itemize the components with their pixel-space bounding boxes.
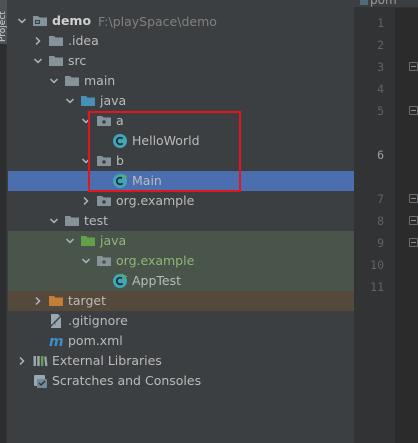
tree-row-pom[interactable]: m pom.xml [8, 331, 354, 351]
tree-row-src[interactable]: src [8, 51, 354, 71]
package-icon [96, 113, 112, 129]
editor-text-area[interactable] [395, 8, 418, 443]
test-source-folder-icon [80, 233, 96, 249]
chevron-down-icon[interactable] [80, 151, 92, 171]
source-folder-icon [80, 93, 96, 109]
tool-window-stripe: Project [0, 0, 8, 443]
tree-row-test[interactable]: test [8, 211, 354, 231]
tree-row-gitignore[interactable]: .gitignore [8, 311, 354, 331]
tree-row-package-a[interactable]: a [8, 111, 354, 131]
java-class-icon [112, 133, 128, 149]
fold-marker-icon[interactable] [409, 216, 418, 225]
tree-row-label: pom.xml [68, 333, 123, 348]
fold-marker-icon[interactable] [409, 62, 418, 71]
chevron-down-icon[interactable] [48, 211, 60, 231]
chevron-down-icon[interactable] [80, 251, 92, 271]
line-number: 7 [377, 192, 384, 206]
tree-row-label: AppTest [132, 273, 182, 288]
editor-tab[interactable]: pom [354, 0, 418, 8]
tree-row-java-main[interactable]: java [8, 91, 354, 111]
tree-row-label: Scratches and Consoles [52, 373, 202, 388]
chevron-right-icon[interactable] [32, 291, 44, 311]
module-folder-icon [32, 13, 48, 29]
package-icon [96, 153, 112, 169]
ignore-file-icon [48, 313, 64, 329]
project-header [8, 0, 354, 8]
scratches-icon [32, 373, 48, 389]
line-number: 11 [370, 280, 384, 294]
line-number: 3 [377, 60, 384, 74]
project-tree[interactable]: demo F:\playSpace\demo .idea src main ja… [8, 0, 354, 443]
tree-row-label: Main [132, 173, 162, 188]
chevron-down-icon[interactable] [16, 11, 28, 31]
project-tool-tab[interactable]: Project [0, 0, 8, 44]
chevron-down-icon[interactable] [64, 231, 76, 251]
tree-row-org-example-test[interactable]: org.example [8, 251, 354, 271]
runnable-class-icon [112, 173, 128, 189]
line-number: 9 [377, 236, 384, 250]
tree-row-label: .idea [68, 33, 99, 48]
chevron-down-icon[interactable] [64, 91, 76, 111]
tree-row-label: main [84, 73, 116, 88]
excluded-folder-icon [48, 293, 64, 309]
library-icon [32, 353, 48, 369]
xml-file-icon [360, 0, 368, 5]
tree-row-demo[interactable]: demo F:\playSpace\demo [8, 11, 354, 31]
line-number-current: 6 [377, 148, 384, 162]
folder-icon [48, 33, 64, 49]
tree-row-label: test [84, 213, 109, 228]
line-number: 4 [377, 82, 384, 96]
chevron-down-icon[interactable] [80, 111, 92, 131]
tree-row-helloworld[interactable]: HelloWorld [8, 131, 354, 151]
tree-row-label: a [116, 113, 124, 128]
tree-row-java-test[interactable]: java [8, 231, 354, 251]
project-tool-tab-label: Project [0, 11, 8, 42]
editor-gutter: pom 1 2 3 4 5 6 7 8 9 10 11 [354, 0, 418, 443]
tree-row-target[interactable]: target [8, 291, 354, 311]
tree-row-label: HelloWorld [132, 133, 200, 148]
maven-icon: m [48, 333, 64, 349]
tree-row-main-class[interactable]: Main [8, 171, 354, 191]
tree-row-idea[interactable]: .idea [8, 31, 354, 51]
tree-row-label: External Libraries [52, 353, 162, 368]
line-number: 5 [377, 104, 384, 118]
chevron-right-icon[interactable] [32, 31, 44, 51]
folder-icon [64, 213, 80, 229]
chevron-down-icon[interactable] [48, 71, 60, 91]
folder-icon [48, 53, 64, 69]
line-number: 2 [377, 38, 384, 52]
tree-row-label: src [68, 53, 87, 68]
folder-icon [64, 73, 80, 89]
tree-row-label: org.example [116, 193, 195, 208]
tree-row-label: .gitignore [68, 313, 128, 328]
tree-row-external-libraries[interactable]: External Libraries [8, 351, 354, 371]
tree-row-label: java [100, 93, 127, 108]
project-path: F:\playSpace\demo [98, 13, 217, 29]
tree-row-label: java [100, 233, 127, 248]
chevron-right-icon[interactable] [80, 191, 92, 211]
package-icon [96, 193, 112, 209]
chevron-right-icon[interactable] [16, 351, 28, 371]
fold-marker-icon[interactable] [409, 194, 418, 203]
line-number: 8 [377, 214, 384, 228]
tree-row-org-example-main[interactable]: org.example [8, 191, 354, 211]
line-number: 10 [370, 258, 384, 272]
tree-row-apptest[interactable]: AppTest [8, 271, 354, 291]
fold-marker-icon[interactable] [409, 106, 418, 115]
tree-row-scratches[interactable]: Scratches and Consoles [8, 371, 354, 391]
tree-row-label: demo [52, 13, 92, 28]
tree-row-label: org.example [116, 253, 195, 268]
test-class-icon [112, 273, 128, 289]
tree-row-package-b[interactable]: b [8, 151, 354, 171]
tree-row-label: target [68, 293, 107, 308]
tree-row-main[interactable]: main [8, 71, 354, 91]
editor-tab-label: pom [370, 0, 397, 7]
chevron-down-icon[interactable] [32, 51, 44, 71]
fold-marker-icon[interactable] [409, 238, 418, 247]
line-number: 1 [377, 16, 384, 30]
tree-row-label: b [116, 153, 124, 168]
svg-text:m: m [49, 334, 64, 349]
package-icon [96, 253, 112, 269]
